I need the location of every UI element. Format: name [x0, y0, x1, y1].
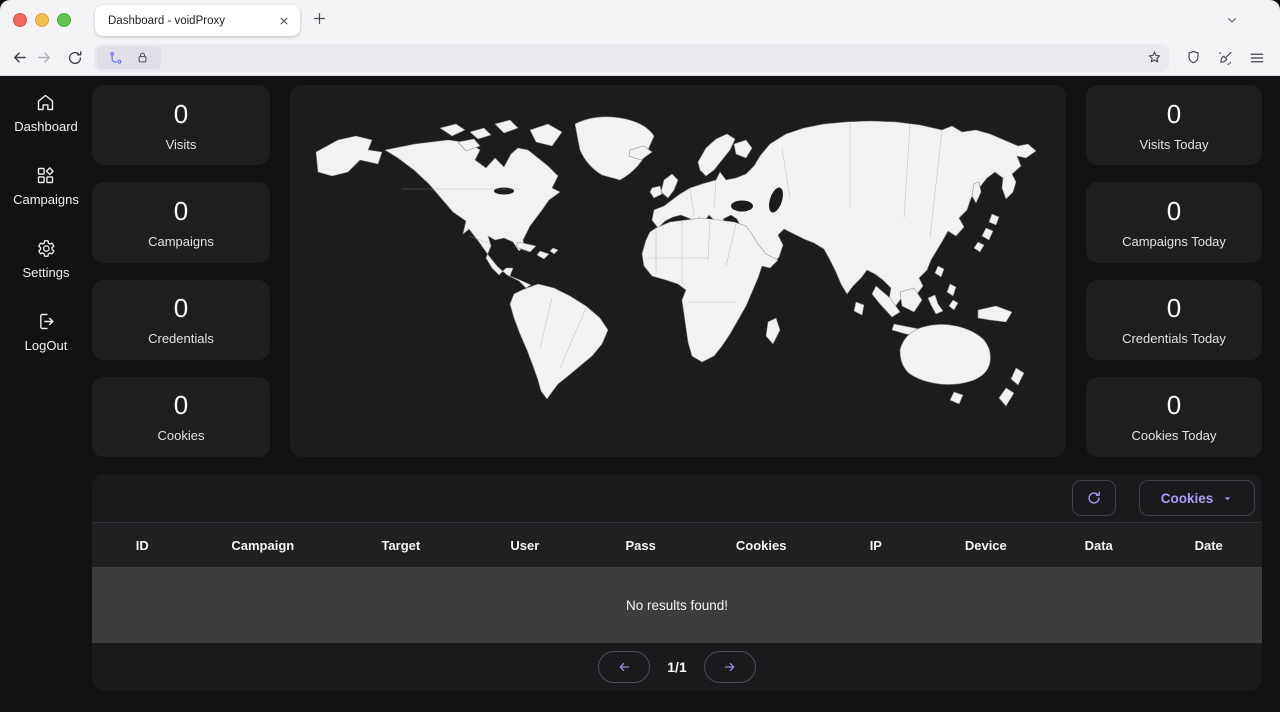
stats-column-totals: 0 Visits 0 Campaigns 0 Credentials 0 Coo… — [92, 85, 270, 457]
sidebar: Dashboard Campaigns Settings — [0, 76, 92, 712]
sidebar-item-label: Campaigns — [13, 192, 79, 207]
column-header-device: Device — [930, 538, 1042, 553]
table-toolbar: Cookies — [92, 474, 1262, 523]
filter-selected-label: Cookies — [1161, 491, 1214, 506]
broom-cleaner-icon[interactable] — [1216, 49, 1234, 67]
previous-page-button[interactable] — [598, 651, 650, 683]
stat-value: 0 — [1167, 99, 1181, 130]
tab-bar: Dashboard - voidProxy — [0, 0, 1280, 40]
tab-title: Dashboard - voidProxy — [108, 15, 277, 27]
site-info-chip[interactable] — [97, 46, 161, 69]
lock-icon[interactable] — [135, 50, 150, 65]
column-header-campaign: Campaign — [193, 538, 333, 553]
proxy-extension-icon[interactable] — [108, 50, 124, 66]
forward-icon[interactable] — [35, 48, 54, 67]
chevron-down-icon — [1222, 493, 1233, 504]
toolbar-actions — [1185, 49, 1266, 67]
stat-card-cookies: 0 Cookies — [92, 377, 270, 457]
campaigns-icon — [35, 165, 56, 186]
tab-close-icon[interactable] — [277, 14, 291, 28]
column-header-cookies: Cookies — [700, 538, 822, 553]
stat-value: 0 — [174, 196, 188, 227]
stat-label: Cookies Today — [1131, 428, 1216, 443]
settings-icon — [35, 238, 56, 259]
sidebar-item-logout[interactable]: LogOut — [25, 311, 68, 353]
logout-icon — [36, 311, 57, 332]
empty-results-message: No results found! — [626, 598, 728, 613]
refresh-icon — [1085, 489, 1103, 507]
empty-results-row: No results found! — [92, 567, 1262, 643]
stat-card-visits-today: 0 Visits Today — [1086, 85, 1262, 165]
stat-value: 0 — [174, 99, 188, 130]
browser-toolbar — [0, 40, 1280, 76]
stat-value: 0 — [1167, 196, 1181, 227]
column-header-pass: Pass — [581, 538, 700, 553]
dashboard-page: Dashboard Campaigns Settings — [0, 76, 1280, 712]
refresh-button[interactable] — [1072, 480, 1116, 516]
home-icon — [35, 92, 56, 113]
sidebar-item-campaigns[interactable]: Campaigns — [13, 165, 79, 207]
column-header-ip: IP — [822, 538, 930, 553]
stat-value: 0 — [174, 293, 188, 324]
browser-window: Dashboard - voidProxy — [0, 0, 1280, 712]
stats-column-today: 0 Visits Today 0 Campaigns Today 0 Crede… — [1086, 85, 1262, 457]
stat-value: 0 — [174, 390, 188, 421]
stat-card-credentials: 0 Credentials — [92, 280, 270, 360]
sidebar-item-label: Dashboard — [14, 119, 78, 134]
table-header-row: ID Campaign Target User Pass Cookies IP … — [92, 523, 1262, 567]
column-header-date: Date — [1155, 538, 1261, 553]
stat-card-campaigns-today: 0 Campaigns Today — [1086, 182, 1262, 262]
menu-hamburger-icon[interactable] — [1248, 49, 1266, 67]
pagination: 1/1 — [92, 643, 1262, 691]
column-header-target: Target — [333, 538, 469, 553]
stat-label: Campaigns — [148, 234, 214, 249]
close-window-button[interactable] — [13, 13, 27, 27]
tab-list-chevron-icon[interactable] — [1224, 12, 1240, 28]
sidebar-item-label: LogOut — [25, 338, 68, 353]
column-header-id: ID — [92, 538, 193, 553]
bookmark-star-icon[interactable] — [1146, 49, 1163, 66]
window-controls — [13, 13, 71, 27]
world-map-card — [290, 85, 1066, 457]
stat-card-cookies-today: 0 Cookies Today — [1086, 377, 1262, 457]
new-tab-button[interactable] — [311, 10, 328, 27]
stat-card-credentials-today: 0 Credentials Today — [1086, 280, 1262, 360]
stat-label: Cookies — [158, 428, 205, 443]
sidebar-item-settings[interactable]: Settings — [23, 238, 70, 280]
stat-label: Credentials — [148, 331, 214, 346]
arrow-right-icon — [721, 658, 739, 676]
stat-card-campaigns: 0 Campaigns — [92, 182, 270, 262]
back-icon[interactable] — [10, 48, 29, 67]
stat-value: 0 — [1167, 390, 1181, 421]
arrow-left-icon — [615, 658, 633, 676]
world-map — [290, 85, 1066, 457]
sidebar-item-label: Settings — [23, 265, 70, 280]
dashboard-grid: 0 Visits 0 Campaigns 0 Credentials 0 Coo… — [92, 85, 1262, 457]
stat-value: 0 — [1167, 293, 1181, 324]
column-header-data: Data — [1042, 538, 1155, 553]
next-page-button[interactable] — [704, 651, 756, 683]
url-bar[interactable] — [94, 44, 1169, 72]
stat-label: Campaigns Today — [1122, 234, 1226, 249]
page-indicator: 1/1 — [667, 659, 686, 675]
browser-tab[interactable]: Dashboard - voidProxy — [95, 5, 300, 36]
reload-icon[interactable] — [66, 49, 84, 67]
stat-label: Visits Today — [1140, 137, 1209, 152]
shield-icon[interactable] — [1185, 49, 1202, 66]
zoom-window-button[interactable] — [57, 13, 71, 27]
column-header-user: User — [469, 538, 581, 553]
main-area: 0 Visits 0 Campaigns 0 Credentials 0 Coo… — [92, 76, 1280, 712]
results-table-card: Cookies ID Campaign Target User Pass Coo… — [92, 474, 1262, 691]
sidebar-item-dashboard[interactable]: Dashboard — [14, 92, 78, 134]
stat-label: Visits — [166, 137, 197, 152]
minimize-window-button[interactable] — [35, 13, 49, 27]
stat-label: Credentials Today — [1122, 331, 1226, 346]
filter-dropdown-button[interactable]: Cookies — [1139, 480, 1255, 516]
stat-card-visits: 0 Visits — [92, 85, 270, 165]
